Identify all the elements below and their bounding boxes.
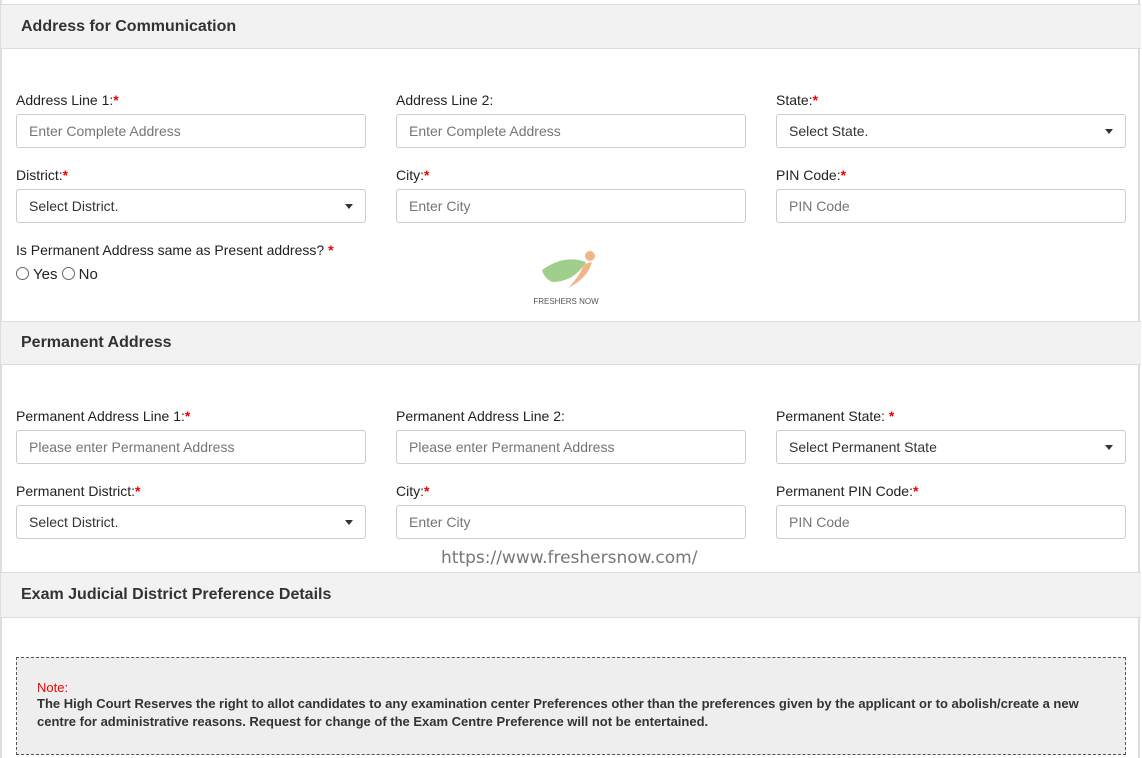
address-line1-label: Address Line 1:* xyxy=(16,92,119,108)
district-label: District:* xyxy=(16,167,69,183)
freshersnow-logo: FRESHERS NOW xyxy=(528,248,604,306)
chevron-down-icon xyxy=(1105,129,1113,134)
perm-address-line2-input[interactable] xyxy=(396,430,746,464)
same-address-radio-group: Yes No xyxy=(16,266,98,283)
perm-district-label: Permanent District:* xyxy=(16,483,141,499)
perm-address-line1-label: Permanent Address Line 1:* xyxy=(16,408,191,424)
perm-state-select[interactable]: Select Permanent State xyxy=(776,430,1126,464)
chevron-down-icon xyxy=(345,204,353,209)
city-label: City:* xyxy=(396,167,430,183)
perm-pin-label: Permanent PIN Code:* xyxy=(776,483,919,499)
perm-city-label: City:* xyxy=(396,483,430,499)
district-select[interactable]: Select District. xyxy=(16,189,366,223)
address-line1-input[interactable] xyxy=(16,114,366,148)
radio-no[interactable]: No xyxy=(61,266,98,283)
radio-yes[interactable]: Yes xyxy=(16,266,57,283)
perm-pin-input[interactable] xyxy=(776,505,1126,539)
perm-state-label: Permanent State: * xyxy=(776,408,895,424)
address-line2-input[interactable] xyxy=(396,114,746,148)
perm-address-line1-input[interactable] xyxy=(16,430,366,464)
pin-label: PIN Code:* xyxy=(776,167,847,183)
chevron-down-icon xyxy=(1105,445,1113,450)
note-text: The High Court Reserves the right to all… xyxy=(37,696,1079,729)
city-input[interactable] xyxy=(396,189,746,223)
watermark-url: https://www.freshersnow.com/ xyxy=(441,548,698,568)
logo-icon xyxy=(542,251,595,288)
chevron-down-icon xyxy=(345,520,353,525)
note-box: Note: The High Court Reserves the right … xyxy=(16,657,1126,755)
note-title: Note: xyxy=(37,680,69,695)
radio-circle-icon xyxy=(61,267,75,280)
address-line2-label: Address Line 2: xyxy=(396,92,494,108)
radio-circle-icon xyxy=(16,267,29,280)
section-header-exam: Exam Judicial District Preference Detail… xyxy=(1,572,1141,618)
perm-city-input[interactable] xyxy=(396,505,746,539)
section-header-communication: Address for Communication xyxy=(1,4,1141,49)
logo-text: FRESHERS NOW xyxy=(533,297,599,306)
perm-address-line2-label: Permanent Address Line 2: xyxy=(396,408,565,424)
perm-district-select[interactable]: Select District. xyxy=(16,505,366,539)
same-address-question: Is Permanent Address same as Present add… xyxy=(16,242,334,258)
state-label: State:* xyxy=(776,92,819,108)
state-select[interactable]: Select State. xyxy=(776,114,1126,148)
pin-input[interactable] xyxy=(776,189,1126,223)
section-header-permanent: Permanent Address xyxy=(1,321,1141,365)
